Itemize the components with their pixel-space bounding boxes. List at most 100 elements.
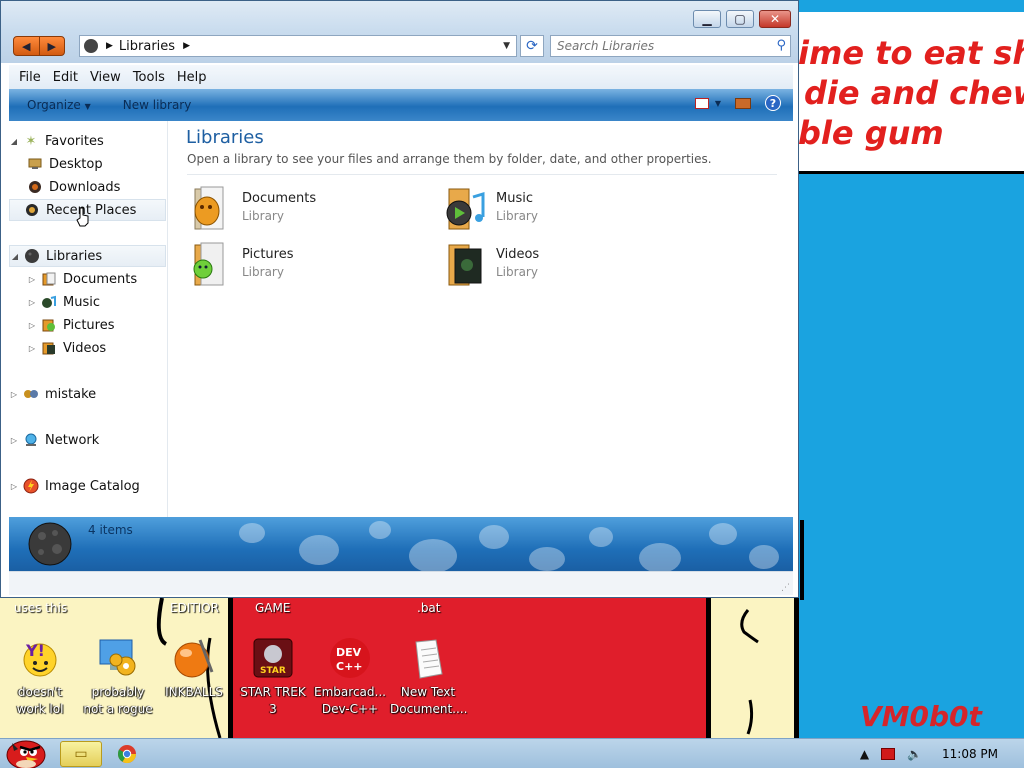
resize-grip-icon[interactable]: ⋰	[781, 583, 790, 593]
library-music[interactable]: Music Library	[443, 185, 663, 233]
view-options-chevron-icon[interactable]: ▼	[715, 99, 721, 108]
nav-downloads[interactable]: Downloads	[23, 176, 166, 198]
nav-image-catalog[interactable]: ▷ Image Catalog	[9, 475, 166, 497]
menu-bar: File Edit View Tools Help	[9, 65, 793, 89]
breadcrumb-chevron-icon[interactable]: ▶	[183, 41, 190, 51]
desktop-caption: EDITIOR	[170, 601, 220, 615]
nav-videos[interactable]: ▷ Videos	[27, 337, 166, 359]
search-icon[interactable]: ⚲	[776, 38, 786, 53]
refresh-icon: ⟳	[526, 38, 538, 54]
expanded-triangle-icon[interactable]: ◢	[9, 137, 19, 146]
menu-file[interactable]: File	[19, 70, 41, 85]
forward-button[interactable]: ▶	[40, 37, 65, 55]
settings-gears-icon	[96, 636, 140, 680]
collapsed-triangle-icon[interactable]: ▷	[27, 321, 37, 330]
collapsed-triangle-icon[interactable]: ▷	[9, 390, 19, 399]
refresh-button[interactable]: ⟳	[520, 35, 544, 57]
nav-mistake[interactable]: ▷ mistake	[9, 383, 166, 405]
breadcrumb-libraries[interactable]: Libraries	[119, 39, 175, 54]
back-button[interactable]: ◀	[14, 37, 40, 55]
taskbar-explorer-button[interactable]: ▭	[60, 741, 102, 767]
documents-library-large-icon	[194, 186, 224, 230]
desktop-icon-text-document[interactable]: New Text Document....	[390, 636, 467, 718]
nav-favorites-label: Favorites	[45, 133, 104, 149]
desktop-icon-star-trek[interactable]: STAR STAR TREK 3	[235, 636, 311, 718]
decor-bubble	[369, 521, 391, 539]
library-name: Documents	[242, 191, 317, 206]
collapsed-triangle-icon[interactable]: ▷	[27, 275, 37, 284]
videos-library-icon	[41, 340, 57, 356]
taskbar: ▭ ▲ 🔈 11:08 PM	[0, 738, 1024, 768]
libraries-icon	[24, 248, 40, 264]
show-hidden-icons-icon[interactable]: ▲	[860, 747, 869, 761]
music-library-icon	[41, 294, 57, 310]
pictures-library-icon	[41, 317, 57, 333]
star-icon: ✶	[25, 133, 37, 149]
hand-cursor-icon	[76, 207, 89, 227]
decor-bubble	[709, 523, 737, 545]
star-wars-game-icon: STAR	[251, 636, 295, 680]
volume-icon[interactable]: 🔈	[907, 747, 922, 761]
decor-bubble	[639, 543, 681, 571]
nav-music[interactable]: ▷ Music	[27, 291, 166, 313]
desktop-caption: .bat	[417, 601, 441, 615]
maximize-button[interactable]: ▢	[726, 10, 754, 28]
decor-bubble	[589, 527, 613, 547]
wallpaper-scribble	[740, 609, 759, 735]
wallpaper-line	[706, 598, 711, 738]
collapsed-triangle-icon[interactable]: ▷	[27, 344, 37, 353]
collapsed-triangle-icon[interactable]: ▷	[9, 436, 19, 445]
new-library-button[interactable]: New library	[123, 98, 192, 112]
nav-pictures[interactable]: ▷ Pictures	[27, 314, 166, 336]
nav-libraries[interactable]: ◢ Libraries	[9, 245, 166, 267]
back-arrow-icon: ◀	[22, 39, 31, 53]
desktop-icon-label: STAR TREK 3	[240, 685, 306, 716]
search-box[interactable]: ⚲	[550, 35, 791, 57]
desktop-icon-inkballs[interactable]: INKBALLS	[156, 636, 232, 701]
desktop-icon-settings[interactable]: probably not a rogue	[80, 636, 156, 718]
action-center-flag-icon[interactable]	[881, 748, 896, 760]
desktop-caption: uses this	[14, 601, 68, 615]
close-button[interactable]: ✕	[759, 10, 791, 28]
menu-tools[interactable]: Tools	[133, 70, 165, 85]
start-button[interactable]	[2, 731, 48, 768]
nav-favorites[interactable]: ◢ ✶ Favorites	[9, 130, 166, 152]
folder-icon: ▭	[74, 746, 88, 762]
organize-button[interactable]: Organize ▼	[27, 98, 91, 112]
expanded-triangle-icon[interactable]: ◢	[10, 252, 20, 261]
taskbar-clock[interactable]: 11:08 PM	[942, 747, 998, 761]
change-view-icon[interactable]	[694, 97, 709, 109]
library-documents[interactable]: Documents Library	[189, 185, 409, 233]
menu-edit[interactable]: Edit	[53, 70, 78, 85]
address-bar[interactable]: ▶ Libraries ▶ ▼	[79, 35, 517, 57]
collapsed-triangle-icon[interactable]: ▷	[27, 298, 37, 307]
nav-network[interactable]: ▷ Network	[9, 429, 166, 451]
libraries-location-icon	[84, 39, 98, 53]
desktop-icon-label: Embarcad... Dev-C++	[314, 685, 386, 716]
library-name: Music	[496, 191, 533, 206]
menu-view[interactable]: View	[90, 70, 121, 85]
desktop-icon-yahoo[interactable]: Y! doesn't work lol	[2, 636, 78, 718]
address-dropdown-icon[interactable]: ▼	[503, 41, 510, 51]
window-titlebar[interactable]: ▁ ▢ ✕	[1, 1, 798, 31]
collapsed-triangle-icon[interactable]: ▷	[9, 482, 19, 491]
minimize-button[interactable]: ▁	[693, 10, 721, 28]
desktop-icon-devcpp[interactable]: DEV C++ Embarcad... Dev-C++	[312, 636, 388, 718]
nav-documents[interactable]: ▷ Documents	[27, 268, 166, 290]
svg-text:STAR: STAR	[260, 666, 286, 676]
help-icon[interactable]: ?	[765, 95, 781, 111]
library-videos[interactable]: Videos Library	[443, 241, 663, 289]
library-pictures[interactable]: Pictures Library	[189, 241, 409, 289]
menu-help[interactable]: Help	[177, 70, 207, 85]
recent-places-icon	[24, 202, 40, 218]
taskbar-chrome-button[interactable]	[112, 741, 142, 767]
homegroup-icon	[23, 386, 39, 402]
image-catalog-icon	[23, 478, 39, 494]
nav-desktop[interactable]: Desktop	[23, 153, 166, 175]
content-pane: Libraries Open a library to see your fil…	[169, 121, 793, 517]
search-input[interactable]	[557, 38, 767, 54]
preview-pane-icon[interactable]	[735, 97, 751, 109]
library-name: Videos	[496, 247, 540, 262]
breadcrumb-separator-icon[interactable]: ▶	[106, 41, 113, 51]
library-name: Pictures	[242, 247, 294, 262]
